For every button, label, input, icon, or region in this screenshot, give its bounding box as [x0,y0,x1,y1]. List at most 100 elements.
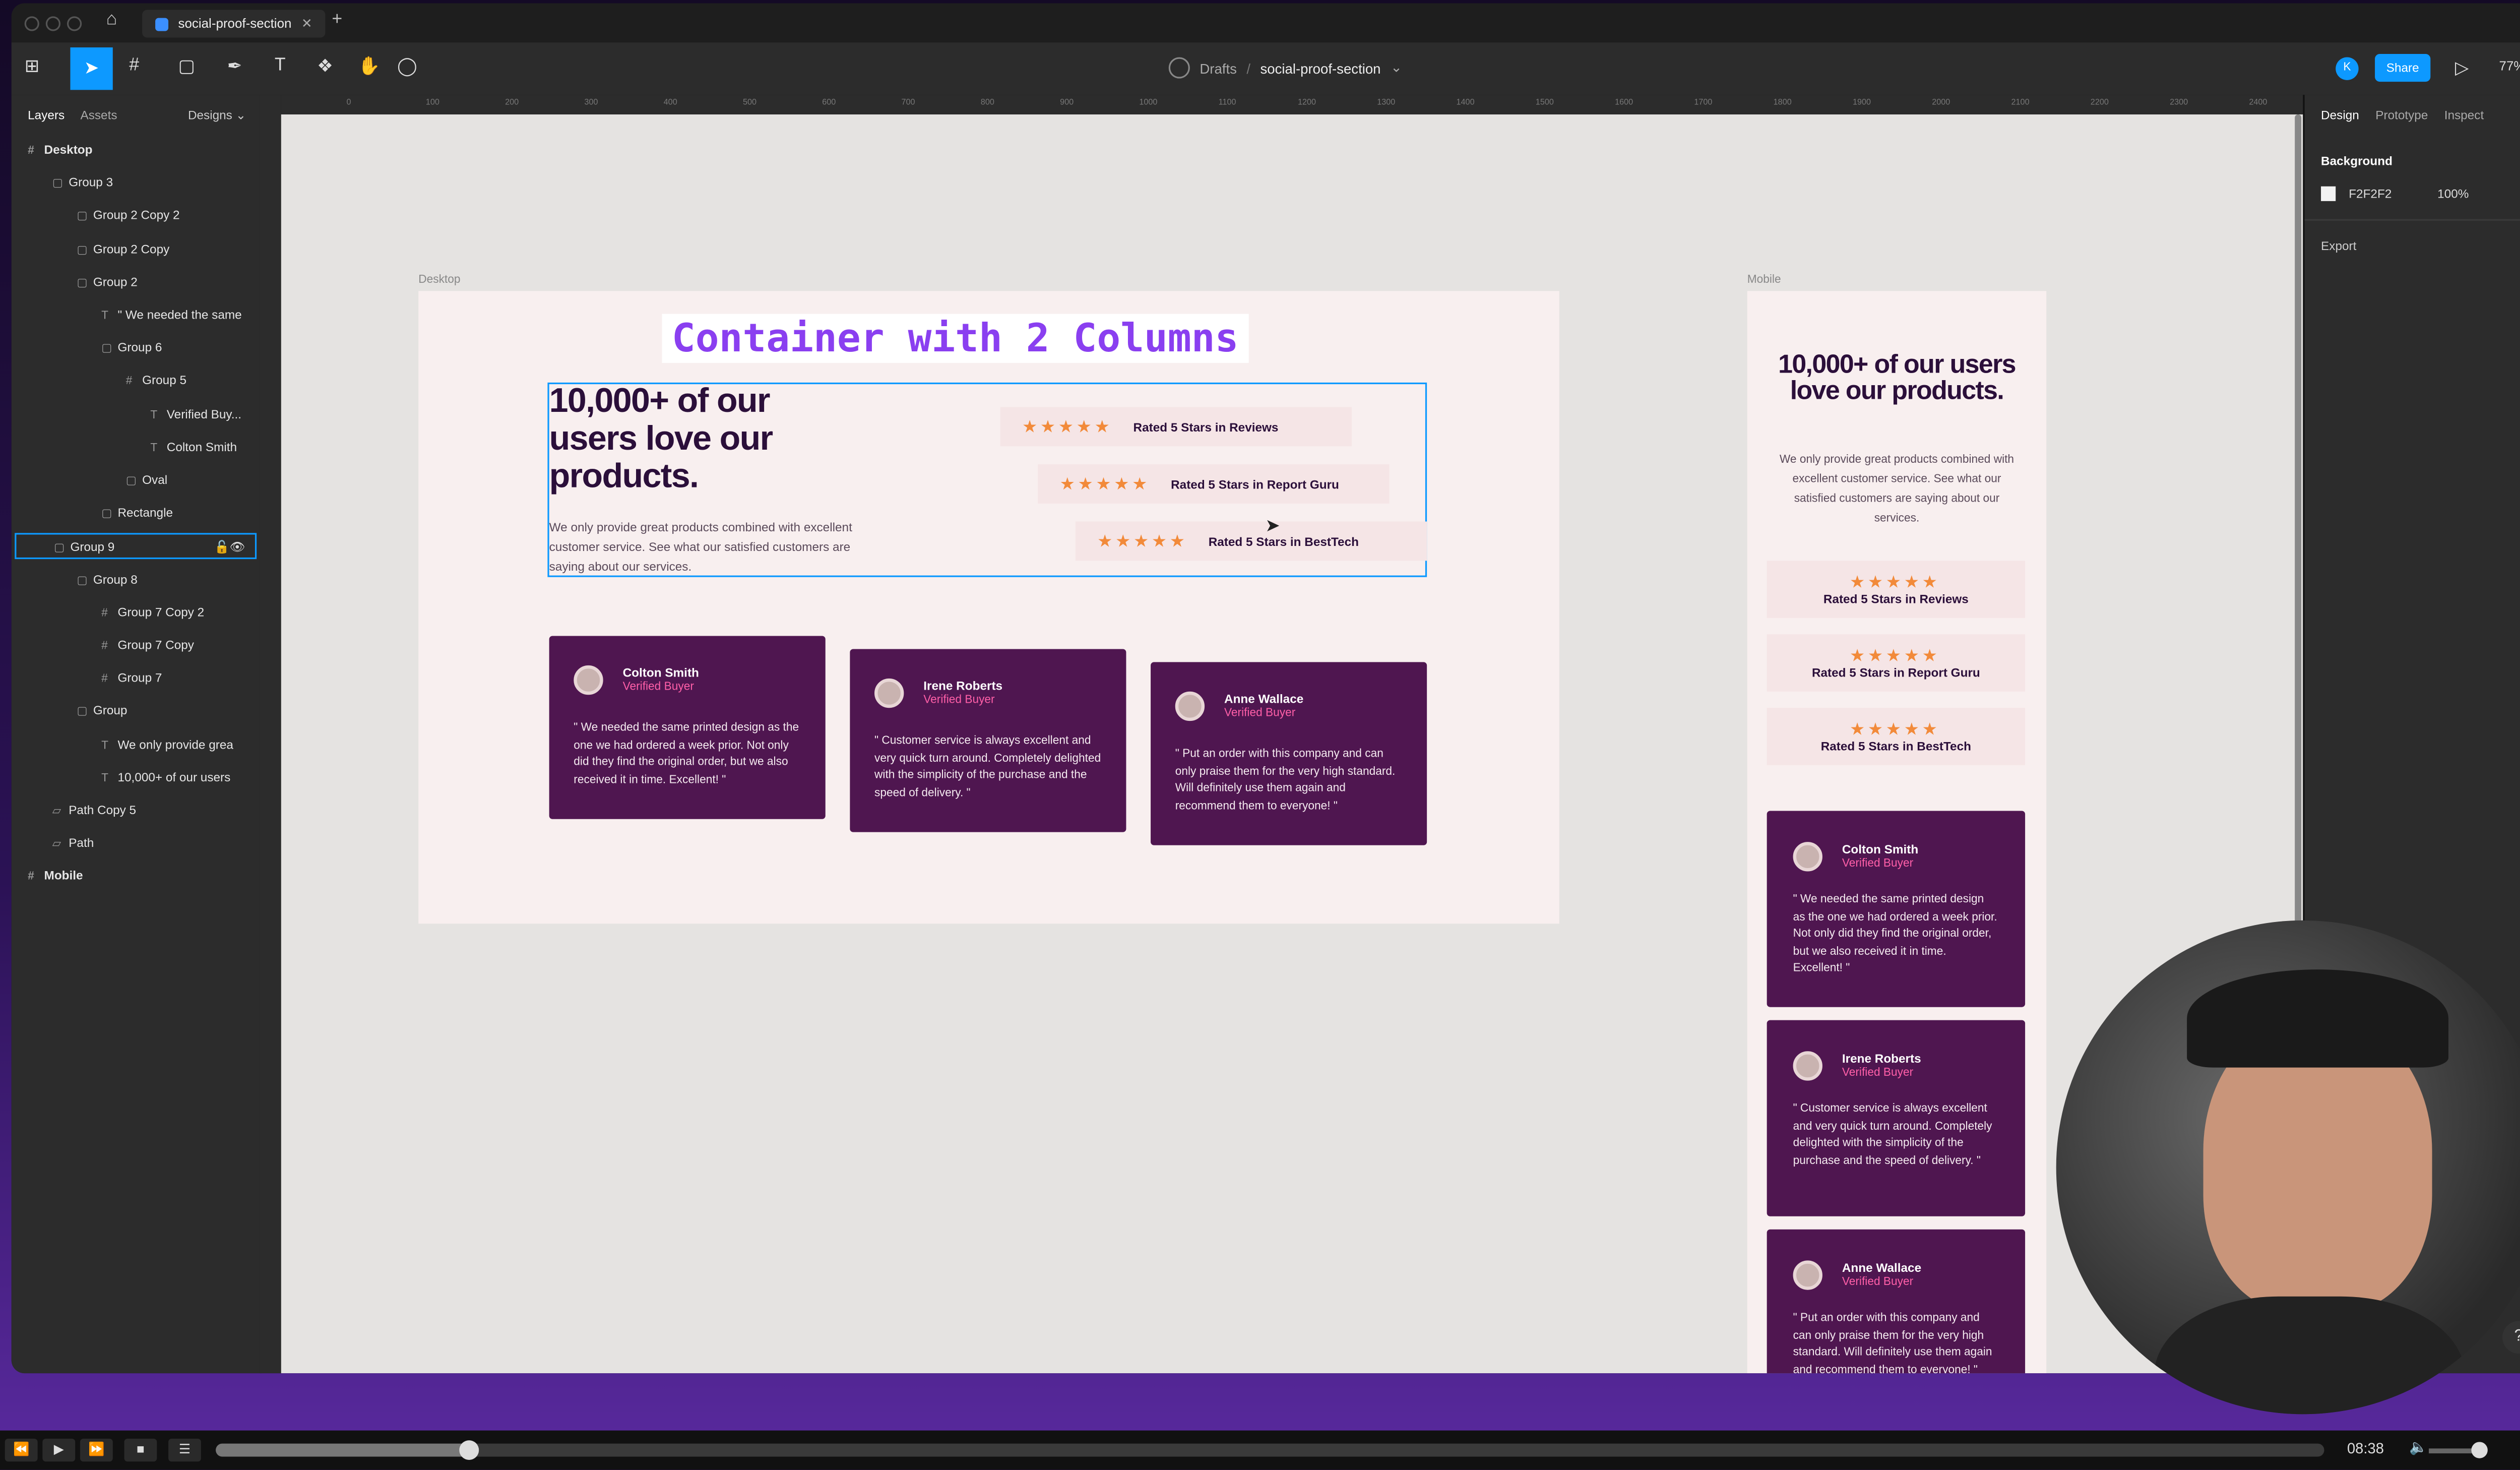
maximize-window-icon[interactable] [67,16,82,31]
seek-handle[interactable] [459,1440,479,1460]
background-opacity[interactable]: 100% [2437,187,2469,201]
layer-type-icon: ▱ [52,806,61,818]
breadcrumb-drafts[interactable]: Drafts [1200,59,1237,76]
layer-row[interactable]: T 10,000+ of our users [101,765,230,791]
star-icon: ★★★★★ [1098,532,1189,549]
layer-row[interactable]: # Group 7 Copy [101,633,194,659]
layer-row[interactable]: # Desktop [28,137,92,163]
layer-row[interactable]: ▢ Group 3 [52,170,113,197]
desktop-frame-label[interactable]: Desktop [418,275,460,286]
mouse-cursor-icon: ➤ [1265,516,1280,536]
avatar [874,678,904,708]
desktop-frame[interactable]: Container with 2 Columns 10,000+ of our … [418,291,1559,924]
tab-inspect[interactable]: Inspect [2444,108,2484,122]
tab-assets[interactable]: Assets [81,108,117,122]
new-tab-icon[interactable]: + [332,10,342,29]
file-tab[interactable]: social-proof-section ✕ [142,10,326,38]
volume-icon[interactable]: 🔈 [2409,1439,2427,1457]
main-menu-icon[interactable]: ⊞ [25,55,40,77]
play-icon[interactable]: ▶ [42,1438,76,1462]
ruler-tick-label: 1900 [1852,98,1871,108]
pen-tool-icon[interactable]: ✒ [227,55,242,77]
ruler-tick-label: 2100 [2011,98,2030,108]
color-swatch[interactable] [2321,186,2336,201]
layer-row[interactable]: # Group 5 [126,369,186,395]
ruler-tick-label: 900 [1060,98,1074,108]
ruler-tick-label: 400 [663,98,677,108]
present-icon[interactable]: ▷ [2455,57,2469,79]
testimonial-card: Anne Wallace Verified Buyer " Put an ord… [1151,662,1427,845]
comment-tool-icon[interactable]: ◯ [397,55,417,77]
layer-row[interactable]: ▢ Group 9 🔓👁 [15,533,257,560]
layer-row[interactable]: ▢ Group 2 Copy [77,236,169,263]
background-hex[interactable]: F2F2F2 [2349,187,2391,201]
volume-handle[interactable] [2471,1442,2488,1458]
layer-label: Group 2 [93,274,138,289]
layer-row[interactable]: ▢ Group 8 [77,567,137,593]
layer-row[interactable]: ▱ Path [52,831,94,857]
layer-row[interactable]: ▢ Group 6 [101,335,162,361]
rating-report-guru: ★★★★★ Rated 5 Stars in Report Guru [1038,464,1390,504]
layer-row[interactable]: ▢ Group [77,699,127,725]
minimize-window-icon[interactable] [45,16,60,31]
user-avatar[interactable]: K [2336,57,2359,80]
layer-row[interactable]: T Colton Smith [150,435,237,461]
rating-reviews: ★★★★★ Rated 5 Stars in Reviews [1000,407,1352,447]
layer-row[interactable]: # Mobile [28,864,83,890]
home-icon[interactable]: ⌂ [106,10,117,29]
layer-row[interactable]: ▢ Group 2 [77,269,137,295]
text-tool-icon[interactable]: T [275,55,286,75]
seek-bar[interactable] [216,1440,2324,1460]
testimonial-role: Verified Buyer [923,695,995,706]
layer-row[interactable]: ▢ Group 2 Copy 2 [77,203,179,229]
close-tab-icon[interactable]: ✕ [301,10,312,37]
layer-row[interactable]: # Group 7 Copy 2 [101,600,204,626]
mobile-testimonial-card: Irene Roberts Verified Buyer " Customer … [1767,1020,2026,1216]
share-button[interactable]: Share [2375,54,2431,82]
frame-tool-icon[interactable]: # [129,55,139,75]
background-fill-row[interactable]: F2F2F2 100% [2321,186,2469,201]
testimonial-card: Colton Smith Verified Buyer " We needed … [549,636,826,819]
page-selector[interactable]: Designs ⌄ [188,108,246,122]
move-tool-icon[interactable]: ➤ [70,47,113,90]
layer-row[interactable]: ▢ Oval [126,467,167,494]
horizontal-ruler: 0 100 200 300 400 500 600 700 800 900 1000 1100 1200… [281,95,2303,115]
layer-row[interactable]: ▢ Rectangle [101,501,173,527]
layer-label: Oval [142,472,168,487]
mobile-paragraph: We only provide great products combined … [1779,454,2014,525]
star-icon: ★★★★★ [1851,646,1941,663]
ruler-tick-label: 300 [584,98,598,108]
tab-layers[interactable]: Layers [28,108,65,122]
layer-row[interactable]: # Group 7 [101,666,162,692]
vertical-ruler [260,95,281,1374]
ruler-tick-label: 1700 [1694,98,1713,108]
tab-design[interactable]: Design [2321,108,2359,122]
fast-forward-icon[interactable]: ⏩ [80,1438,113,1462]
testimonial-quote: " Put an order with this company and can… [1793,1313,1992,1374]
mobile-testimonial-card: Colton Smith Verified Buyer " We needed … [1767,811,2026,1007]
rewind-icon[interactable]: ⏪ [5,1438,38,1462]
breadcrumb-file[interactable]: social-proof-section [1261,59,1381,76]
close-window-icon[interactable] [24,16,39,31]
mobile-frame[interactable]: 10,000+ of our users love our products. … [1747,291,2047,1374]
shape-tool-icon[interactable]: ▢ [178,55,195,77]
chevron-down-icon[interactable]: ⌄ [1391,59,1402,77]
volume-slider[interactable] [2429,1442,2488,1458]
hand-tool-icon[interactable]: ✋ [358,55,380,77]
playlist-icon[interactable]: ☰ [168,1438,201,1462]
zoom-level[interactable]: 77% [2499,59,2520,74]
layer-row[interactable]: T Verified Buy... [150,401,241,427]
mobile-frame-label[interactable]: Mobile [1747,275,1781,286]
layer-type-icon: ▢ [125,475,137,487]
layer-row[interactable]: T We only provide grea [101,732,233,758]
mobile-heading: 10,000+ of our users love our products. [1778,351,2016,406]
tab-prototype[interactable]: Prototype [2375,108,2428,122]
lock-visibility-icon[interactable]: 🔓👁 [214,535,245,562]
components-icon[interactable]: ❖ [317,55,333,77]
star-icon: ★★★★★ [1023,417,1114,435]
canvas[interactable]: Desktop Container with 2 Columns 10,000+… [281,114,2303,1374]
chevron-down-icon: ⌄ [235,108,246,123]
stop-icon[interactable]: ■ [124,1438,157,1462]
layer-row[interactable]: ▱ Path Copy 5 [52,798,136,824]
layer-row[interactable]: T " We needed the same [101,302,242,329]
